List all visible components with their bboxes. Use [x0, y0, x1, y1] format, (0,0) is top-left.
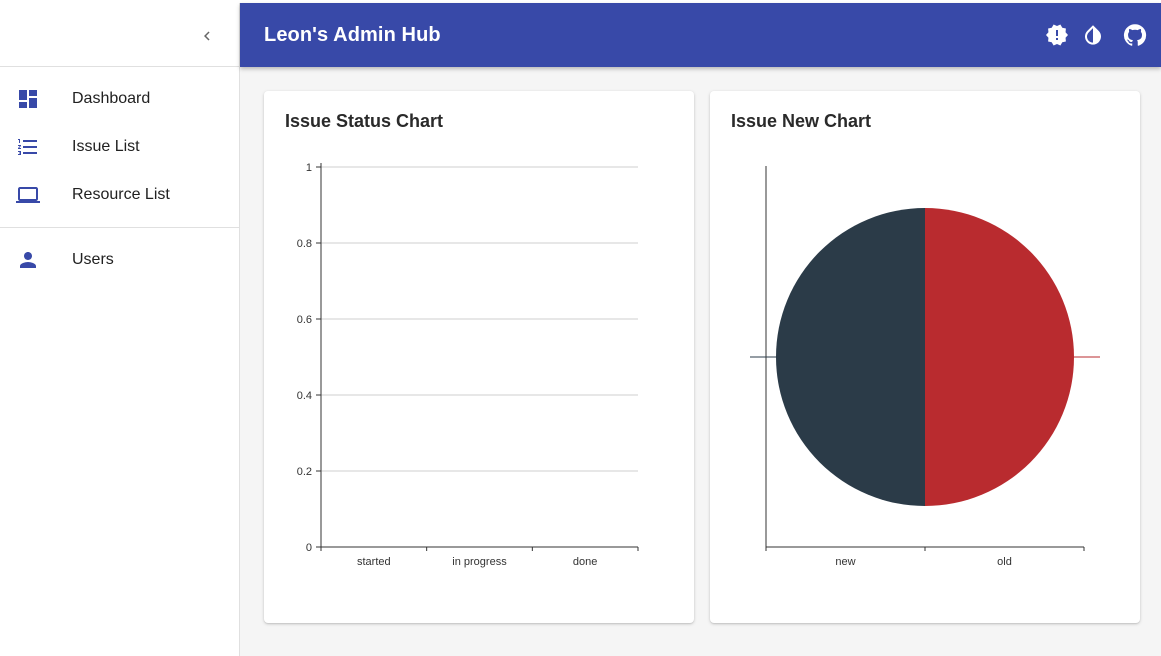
y-tick-label: 0: [306, 542, 312, 554]
y-tick-label: 0.8: [297, 238, 312, 250]
list-icon: [0, 135, 56, 159]
app-bar: Leon's Admin Hub: [240, 3, 1161, 67]
person-icon: [0, 248, 56, 272]
x-tick-label: in progress: [452, 556, 507, 568]
alert-button[interactable]: [1039, 15, 1075, 55]
x-tick-label: done: [573, 556, 597, 568]
sidebar-item-label: Resource List: [72, 186, 170, 203]
y-tick-label: 0.6: [297, 314, 312, 326]
sidebar-item-dashboard[interactable]: Dashboard: [0, 75, 239, 123]
app-title: Leon's Admin Hub: [264, 23, 441, 46]
sidebar: Dashboard Issue List Resource List Users: [0, 3, 240, 656]
dashboard-icon: [0, 87, 56, 111]
y-tick-label: 0.4: [297, 390, 312, 402]
x-tick-label: new: [835, 556, 855, 568]
y-tick-label: 1: [306, 162, 312, 174]
alert-badge-icon: [1046, 24, 1068, 46]
github-button[interactable]: [1117, 15, 1153, 55]
app-bar-actions: [1039, 15, 1153, 55]
chevron-left-icon: [204, 31, 210, 41]
contrast-icon: [1085, 25, 1101, 45]
sidebar-header: [0, 3, 239, 67]
collapse-sidebar-button[interactable]: [192, 21, 222, 51]
laptop-icon: [0, 183, 56, 207]
x-tick-label: old: [997, 556, 1012, 568]
theme-toggle-button[interactable]: [1075, 15, 1111, 55]
x-tick-label: started: [357, 556, 391, 568]
sidebar-item-users[interactable]: Users: [0, 236, 239, 284]
issue-status-chart: 0 0.2 0.4 0.6 0.8 1 started in progress done: [297, 162, 639, 568]
sidebar-item-label: Dashboard: [72, 90, 151, 107]
sidebar-item-label: Issue List: [72, 138, 140, 155]
pie-slice: [776, 208, 925, 506]
issue-new-chart: new old: [750, 166, 1100, 568]
sidebar-item-issue-list[interactable]: Issue List: [0, 123, 239, 171]
issue-new-card: Issue New Chart new old: [710, 91, 1140, 623]
pie-slice: [925, 208, 1074, 506]
sidebar-item-label: Users: [72, 251, 114, 268]
y-tick-label: 0.2: [297, 466, 312, 478]
nav-group-main: Dashboard Issue List Resource List: [0, 67, 239, 227]
sidebar-item-resource-list[interactable]: Resource List: [0, 171, 239, 219]
github-icon: [1123, 24, 1147, 46]
nav-group-admin: Users: [0, 227, 239, 292]
issue-status-card: Issue Status Chart 0 0.2 0.4 0.6 0.8 1 started…: [264, 91, 694, 623]
